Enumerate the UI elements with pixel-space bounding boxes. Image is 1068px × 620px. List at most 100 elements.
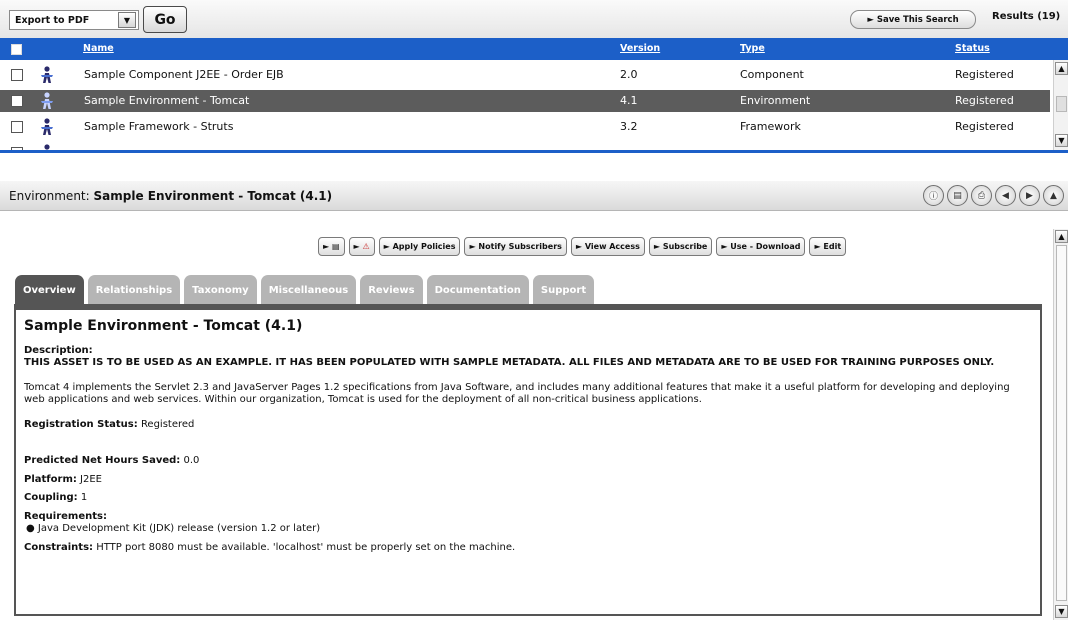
row-checkbox[interactable] [11,95,23,107]
export-format-select[interactable]: Export to PDF ▼ [9,10,139,30]
column-header-name[interactable]: Name [83,43,114,54]
collapse-icon[interactable]: ▲ [1043,185,1064,206]
scroll-down-icon[interactable]: ▼ [1055,605,1068,618]
asset-action-bar: ► ▤ ► ⚠ ► Apply Policies ► Notify Subscr… [318,237,847,256]
row-checkbox[interactable] [11,69,23,81]
info-icon[interactable]: ⓘ [923,185,944,206]
view-access-button[interactable]: ► View Access [570,237,645,256]
detail-title: Environment: Sample Environment - Tomcat… [9,189,332,203]
detail-nav-icons: ⓘ ▤ ⎙ ◀ ▶ ▲ [923,185,1064,206]
table-row[interactable]: Sample Component J2EE - Order EJB 2.0 Co… [0,64,1050,86]
previous-icon[interactable]: ◀ [995,185,1016,206]
bullet-icon: ● [26,523,35,534]
pane-divider [0,150,1068,153]
scroll-thumb[interactable] [1056,245,1067,601]
description-text: THIS ASSET IS TO BE USED AS AN EXAMPLE. … [24,357,995,368]
subscribe-button[interactable]: ► Subscribe [648,237,713,256]
alert-button[interactable]: ► ⚠ [348,237,375,256]
detail-asset-name: Sample Environment - Tomcat (4.1) [93,189,333,203]
hours-saved: Predicted Net Hours Saved: 0.0 [24,455,1032,468]
constraints-label: Constraints: [24,541,94,553]
clipboard-icon[interactable]: ▤ [947,185,968,206]
row-type: Environment [740,94,811,107]
scroll-up-icon[interactable]: ▲ [1055,62,1068,75]
row-checkbox[interactable] [11,121,23,133]
column-header-version[interactable]: Version [620,43,660,54]
platform-label: Platform: [24,473,77,485]
coupling: Coupling: 1 [24,492,1032,505]
scroll-up-icon[interactable]: ▲ [1055,230,1068,243]
alert-button-label: ► [353,242,360,251]
coupling-label: Coupling: [24,492,78,503]
requirements-item: ● Java Development Kit (JDK) release (ve… [24,523,1032,536]
apply-policies-button[interactable]: ► Apply Policies [378,237,461,256]
hours-value: 0.0 [183,455,200,466]
edit-button[interactable]: ► Edit [809,237,847,256]
asset-title: Sample Environment - Tomcat (4.1) [24,318,303,334]
body-text: Tomcat 4 implements the Servlet 2.3 and … [24,381,1010,406]
print-icon[interactable]: ⎙ [971,185,992,206]
column-header-status[interactable]: Status [955,43,990,54]
scroll-down-icon[interactable]: ▼ [1055,134,1068,147]
row-type: Framework [740,120,801,133]
constraints-value: HTTP port 8080 must be available. 'local… [96,541,516,553]
tab-miscellaneous[interactable]: Miscellaneous [260,275,357,305]
results-table-header: Name Version Type Status [0,38,1068,60]
registration-label: Registration Status: [24,418,138,430]
tab-documentation[interactable]: Documentation [426,275,529,305]
asset-person-icon [41,118,53,135]
description-label: Description: [24,344,93,356]
requirements-label: Requirements: [24,510,107,522]
table-row[interactable]: Sample Framework - Struts 3.2 Framework … [0,116,1050,138]
row-status: Registered [955,120,1014,133]
registration-value: Registered [140,418,195,430]
table-row-partial[interactable] [0,142,1050,150]
chevron-down-icon[interactable]: ▼ [118,12,136,28]
tab-reviews[interactable]: Reviews [360,275,423,305]
row-status: Registered [955,68,1014,81]
platform: Platform: J2EE [24,474,1032,487]
tab-relationships[interactable]: Relationships [87,275,181,305]
detail-scrollbar[interactable]: ▲ ▼ [1053,229,1068,620]
tab-overview[interactable]: Overview [15,275,84,305]
detail-header: Environment: Sample Environment - Tomcat… [0,181,1068,211]
table-row-selected[interactable]: Sample Environment - Tomcat 4.1 Environm… [0,90,1050,112]
asset-person-icon [41,66,53,83]
platform-value: J2EE [80,473,102,485]
results-count: Results (19) [992,11,1061,22]
alert-icon: ⚠ [362,242,370,251]
row-type: Component [740,68,804,81]
row-version: 4.1 [620,94,638,107]
row-name: Sample Environment - Tomcat [84,94,250,107]
row-name: Sample Component J2EE - Order EJB [84,68,284,81]
results-table-body: Sample Component J2EE - Order EJB 2.0 Co… [0,60,1050,150]
export-button[interactable]: ► ▤ [318,237,345,256]
column-header-type[interactable]: Type [740,43,765,54]
next-icon[interactable]: ▶ [1019,185,1040,206]
tab-support[interactable]: Support [532,275,595,305]
overview-panel: Sample Environment - Tomcat (4.1) Descri… [14,304,1042,616]
requirements-text: Java Development Kit (JDK) release (vers… [37,523,321,534]
table-scrollbar[interactable]: ▲ ▼ [1053,60,1068,150]
row-version: 2.0 [620,68,638,81]
scroll-thumb[interactable] [1056,96,1067,112]
constraints: Constraints: HTTP port 8080 must be avai… [24,542,1032,555]
row-version: 3.2 [620,120,638,133]
detail-type-prefix: Environment: [9,189,90,203]
asset-person-icon [41,92,53,109]
detail-tabs: Overview Relationships Taxonomy Miscella… [15,275,595,305]
export-button-label: ► [323,242,330,251]
row-name: Sample Framework - Struts [84,120,234,133]
use-download-button[interactable]: ► Use - Download [716,237,806,256]
row-status: Registered [955,94,1014,107]
coupling-value: 1 [80,492,88,503]
export-doc-icon: ▤ [331,242,340,251]
hours-label: Predicted Net Hours Saved: [24,455,181,466]
notify-subscribers-button[interactable]: ► Notify Subscribers [464,237,567,256]
save-search-button[interactable]: ► Save This Search [850,10,976,29]
tab-taxonomy[interactable]: Taxonomy [184,275,257,305]
select-all-checkbox[interactable] [11,44,22,55]
go-button[interactable]: Go [143,6,187,33]
top-toolbar: Export to PDF ▼ Go ► Save This Search Re… [0,0,1068,38]
export-format-value: Export to PDF [15,14,90,26]
